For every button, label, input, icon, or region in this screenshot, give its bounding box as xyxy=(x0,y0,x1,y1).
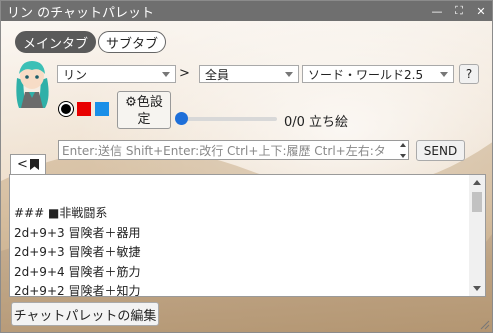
target-separator: > xyxy=(179,66,190,81)
target-select[interactable]: 全員 xyxy=(199,65,299,83)
palette-lines: ### ■非戦闘系 2d+9+3 冒険者＋器用 2d+9+3 冒険者＋敏捷 2d… xyxy=(14,204,140,296)
color-swatch-black[interactable] xyxy=(59,102,73,116)
color-swatch-red[interactable] xyxy=(77,102,91,116)
edit-palette-button[interactable]: チャットパレットの編集 xyxy=(11,302,159,326)
send-button[interactable]: SEND xyxy=(416,140,465,161)
tab-bar: メインタブ サブタブ xyxy=(15,31,167,53)
standing-image-counter: 0/0 立ち絵 xyxy=(284,115,349,130)
standing-image-slider[interactable] xyxy=(179,117,277,121)
chevron-down-icon[interactable] xyxy=(400,154,406,158)
title-bar[interactable]: リン のチャットパレット — ⛶ ✕ xyxy=(1,1,492,21)
target-select-value: 全員 xyxy=(205,67,230,82)
close-button[interactable]: ✕ xyxy=(470,1,492,21)
character-select[interactable]: リン xyxy=(57,65,176,83)
chat-palette-window: リン のチャットパレット — ⛶ ✕ メインタブ サブタブ リン > 全員 ソー… xyxy=(0,0,493,333)
palette-line[interactable]: 2d+9+3 冒険者＋敏捷 xyxy=(14,243,140,263)
bookmark-icon xyxy=(29,159,39,170)
game-system-select-value: ソード・ワールド2.5 xyxy=(308,67,424,82)
palette-scrollbar[interactable] xyxy=(469,175,485,296)
character-avatar[interactable] xyxy=(11,58,53,108)
chevron-down-icon xyxy=(440,72,448,77)
color-settings-label-line2: 定 xyxy=(137,112,151,127)
scroll-down-icon[interactable] xyxy=(473,286,481,291)
palette-line[interactable]: 2d+9+2 冒険者＋知力 xyxy=(14,282,140,296)
chat-input[interactable]: Enter:送信 Shift+Enter:改行 Ctrl+上下:履歴 Ctrl+… xyxy=(58,140,409,160)
collapse-label: < xyxy=(17,157,28,172)
slider-thumb[interactable] xyxy=(175,112,188,125)
minimize-button[interactable]: — xyxy=(426,1,448,21)
scroll-up-icon[interactable] xyxy=(473,180,481,185)
palette-line[interactable]: 2d+9+4 冒険者＋筋力 xyxy=(14,263,140,283)
resize-grip-icon[interactable] xyxy=(480,320,490,330)
character-select-value: リン xyxy=(63,67,88,82)
palette-collapse-tab[interactable]: < xyxy=(10,154,46,174)
chevron-up-icon[interactable] xyxy=(400,143,406,147)
chat-palette-list[interactable]: ### ■非戦闘系 2d+9+3 冒険者＋器用 2d+9+3 冒険者＋敏捷 2d… xyxy=(9,174,486,297)
game-system-select[interactable]: ソード・ワールド2.5 xyxy=(302,65,454,83)
tab-main[interactable]: メインタブ xyxy=(15,31,97,53)
help-button[interactable]: ? xyxy=(459,64,479,84)
window-title: リン のチャットパレット xyxy=(7,5,155,21)
chat-input-placeholder: Enter:送信 Shift+Enter:改行 Ctrl+上下:履歴 Ctrl+… xyxy=(62,143,386,158)
palette-line[interactable]: ### ■非戦闘系 xyxy=(14,204,140,224)
color-settings-button[interactable]: ⚙色設 定 xyxy=(117,91,171,129)
history-spinner[interactable] xyxy=(399,143,407,158)
maximize-button[interactable]: ⛶ xyxy=(448,1,470,21)
color-swatch-blue[interactable] xyxy=(95,102,109,116)
palette-line[interactable]: 2d+9+3 冒険者＋器用 xyxy=(14,224,140,244)
chevron-down-icon xyxy=(285,72,293,77)
tab-sub[interactable]: サブタブ xyxy=(98,31,167,53)
chevron-down-icon xyxy=(162,72,170,77)
scrollbar-thumb[interactable] xyxy=(472,192,482,212)
color-settings-label-line1: ⚙色設 xyxy=(125,95,163,110)
